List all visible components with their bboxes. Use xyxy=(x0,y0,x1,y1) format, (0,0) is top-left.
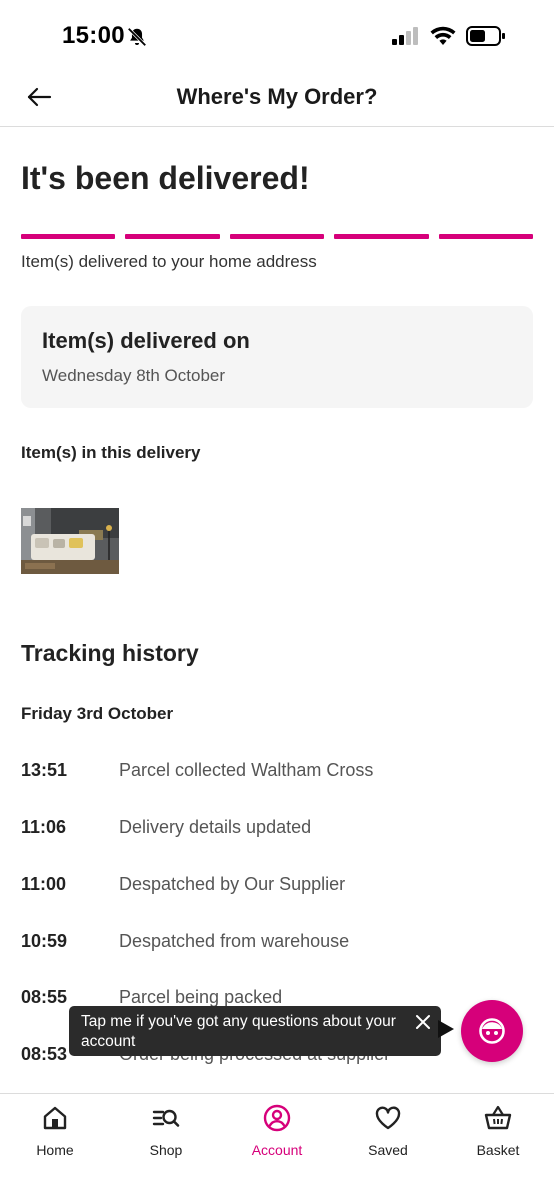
nav-shop[interactable]: Shop xyxy=(111,1104,221,1164)
tracking-date: Friday 3rd October xyxy=(21,704,174,723)
heart-icon xyxy=(375,1106,401,1130)
tracking-event: 13:51 Parcel collected Waltham Cross xyxy=(21,760,533,786)
nav-basket-label: Basket xyxy=(476,1142,520,1158)
tracking-event-description: Parcel being packed xyxy=(119,987,283,1007)
delivered-on-date: Wednesday 8th October xyxy=(42,366,226,385)
tracking-event: 11:06 Delivery details updated xyxy=(21,817,533,843)
delivered-on-title: Item(s) delivered on xyxy=(42,328,250,353)
chat-assistant-button[interactable] xyxy=(461,1000,523,1062)
cellular-signal-icon xyxy=(392,27,418,45)
tracking-event-description: Despatched by Our Supplier xyxy=(119,874,346,894)
nav-home[interactable]: Home xyxy=(0,1104,110,1164)
tracking-event-time: 11:00 xyxy=(21,874,67,894)
bell-off-icon xyxy=(127,27,147,47)
tracking-event-description: Parcel collected Waltham Cross xyxy=(119,760,374,780)
status-time: 15:00 xyxy=(62,22,125,49)
delivered-on-card: Item(s) delivered on Wednesday 8th Octob… xyxy=(21,306,533,408)
delivery-status-heading: It's been delivered! xyxy=(21,160,310,196)
progress-step xyxy=(438,234,534,239)
shop-search-icon xyxy=(152,1109,180,1127)
chat-tooltip[interactable]: Tap me if you've got any questions about… xyxy=(69,1006,441,1056)
home-icon xyxy=(43,1106,67,1130)
page-title: Where's My Order? xyxy=(176,84,378,109)
close-icon[interactable] xyxy=(415,1014,431,1030)
bottom-navigation: Home Shop Account Saved Basket xyxy=(0,1093,554,1200)
progress-step xyxy=(125,234,220,239)
nav-shop-label: Shop xyxy=(149,1142,183,1158)
battery-icon xyxy=(466,26,505,46)
chat-bot-icon xyxy=(479,1018,505,1044)
basket-icon xyxy=(484,1105,512,1130)
tracking-event-time: 13:51 xyxy=(21,760,68,780)
nav-basket[interactable]: Basket xyxy=(443,1104,553,1164)
progress-step xyxy=(334,234,429,239)
chat-tooltip-text: Tap me if you've got any questions about… xyxy=(81,1013,396,1050)
progress-step xyxy=(229,234,325,239)
tracking-event-time: 08:55 xyxy=(21,987,68,1007)
status-bar: 15:00 xyxy=(0,0,554,70)
nav-saved[interactable]: Saved xyxy=(333,1104,443,1164)
nav-home-label: Home xyxy=(36,1142,74,1158)
items-in-delivery-label: Item(s) in this delivery xyxy=(21,443,201,462)
tracking-event: 11:00 Despatched by Our Supplier xyxy=(21,874,533,900)
progress-step xyxy=(21,234,116,239)
tracking-event-time: 08:53 xyxy=(21,1044,68,1064)
nav-account-label: Account xyxy=(251,1142,303,1158)
tracking-event-time: 11:06 xyxy=(21,817,67,837)
tracking-event-time: 10:59 xyxy=(21,931,68,951)
tooltip-pointer xyxy=(438,1020,454,1038)
tracking-event-description: Despatched from warehouse xyxy=(119,931,350,951)
nav-account[interactable]: Account xyxy=(222,1104,332,1164)
tracking-event: 10:59 Despatched from warehouse xyxy=(21,931,533,957)
account-icon xyxy=(263,1104,291,1132)
tracking-history-title: Tracking history xyxy=(21,640,199,666)
tracking-event-description: Delivery details updated xyxy=(119,817,312,837)
status-indicators xyxy=(392,26,506,46)
delivery-subtitle: Item(s) delivered to your home address xyxy=(21,252,317,271)
page-header: Where's My Order? xyxy=(0,70,554,127)
wifi-icon xyxy=(430,26,456,45)
product-thumbnail[interactable] xyxy=(21,508,119,574)
delivery-progress-bar xyxy=(21,234,534,239)
nav-saved-label: Saved xyxy=(368,1142,408,1158)
